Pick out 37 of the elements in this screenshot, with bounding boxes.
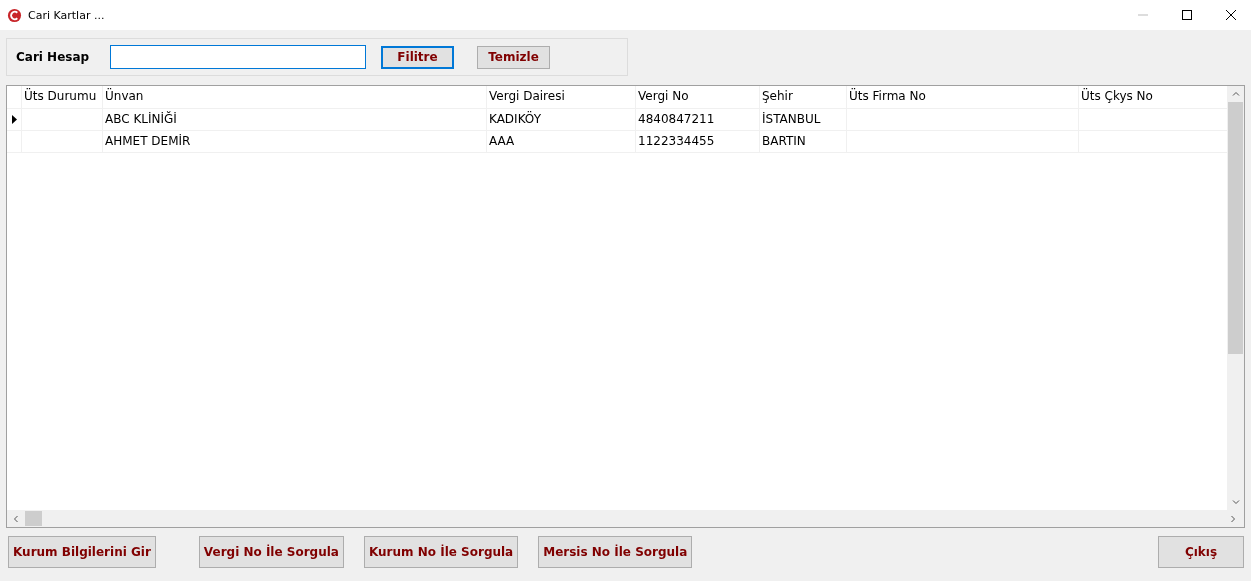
horizontal-scrollbar[interactable] [7, 510, 1244, 527]
action-button[interactable]: Kurum No İle Sorgula [363, 536, 519, 568]
column-header[interactable]: Vergi Dairesi [486, 86, 635, 108]
table-cell: ABC KLİNİĞİ [102, 109, 486, 130]
scroll-up-icon[interactable] [1230, 89, 1241, 99]
window-title: Cari Kartlar ... [28, 8, 105, 22]
table-cell: KADIKÖY [486, 109, 635, 130]
table-cell: 1122334455 [635, 131, 759, 152]
scroll-down-icon[interactable] [1230, 497, 1241, 507]
filter-label: Cari Hesap [16, 50, 91, 64]
scroll-left-icon[interactable] [11, 513, 21, 524]
vertical-scrollbar[interactable] [1227, 86, 1244, 510]
action-button[interactable]: Vergi No İle Sorgula [198, 536, 344, 568]
table-cell: İSTANBUL [759, 109, 846, 130]
column-header[interactable]: Vergi No [635, 86, 759, 108]
search-field[interactable] [110, 45, 366, 69]
row-pointer-icon [11, 115, 17, 124]
table-cell: 4840847211 [635, 109, 759, 130]
table-cell: AHMET DEMİR [102, 131, 486, 152]
action-button[interactable]: Kurum Bilgilerini Gir [8, 536, 156, 568]
maximize-icon[interactable] [1181, 9, 1193, 21]
filter-button[interactable]: Temizle [477, 45, 550, 69]
action-button[interactable]: Mersis No İle Sorgula [538, 536, 693, 568]
table-cell: BARTIN [759, 131, 846, 152]
scroll-thumb[interactable] [25, 511, 42, 526]
exit-button[interactable]: Çıkış [1158, 536, 1244, 568]
column-header[interactable]: Üts Durumu [21, 86, 102, 108]
app-icon [7, 7, 22, 23]
scroll-right-icon[interactable] [1228, 513, 1238, 524]
column-header[interactable]: Şehir [759, 86, 846, 108]
column-header[interactable]: Üts Firma No [846, 86, 1078, 108]
scroll-thumb[interactable] [1228, 102, 1243, 354]
close-icon[interactable] [1225, 9, 1237, 21]
column-header[interactable]: Ünvan [102, 86, 486, 108]
table-cell: AAA [486, 131, 635, 152]
column-header[interactable]: Üts Çkys No [1078, 86, 1223, 108]
filter-button[interactable]: Filitre [381, 45, 454, 69]
